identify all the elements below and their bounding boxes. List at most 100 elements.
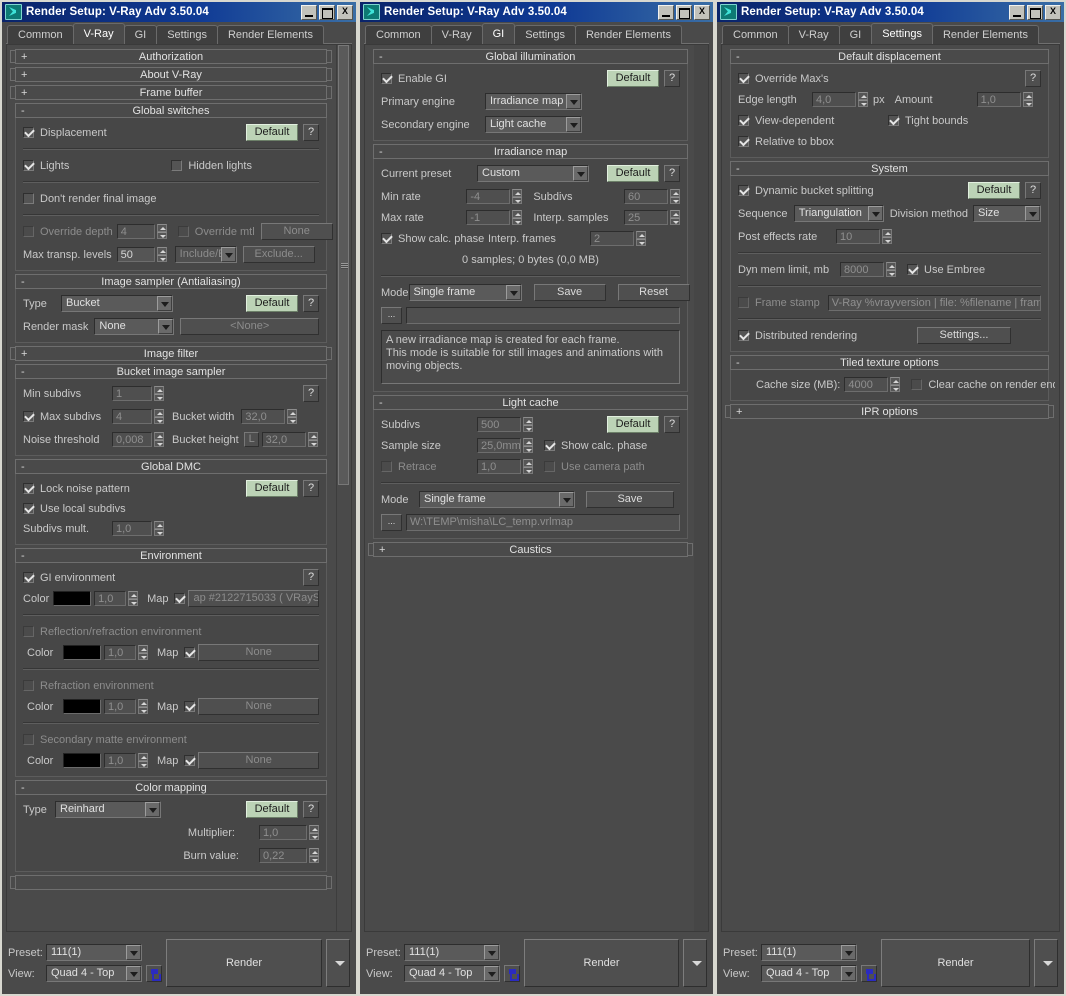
override-mtl-button[interactable]: None — [260, 223, 333, 240]
render-mask-combo[interactable]: None — [94, 318, 175, 335]
view-combo[interactable]: Quad 4 - Top — [46, 965, 142, 982]
rollout-header-partial[interactable] — [10, 875, 332, 890]
irradiance-browse-button[interactable]: ... — [381, 307, 402, 324]
chevron-down-icon[interactable] — [1025, 206, 1040, 221]
edge-length-spinner[interactable] — [858, 92, 868, 107]
irradiance-save-button[interactable]: Save — [533, 284, 606, 301]
chevron-down-icon[interactable] — [573, 166, 588, 181]
burn-value-field[interactable]: 0,22 — [259, 848, 307, 863]
lc-mode-combo[interactable]: Single frame — [419, 491, 575, 508]
maximize-button[interactable] — [1027, 4, 1043, 20]
subdivs-spinner[interactable] — [670, 189, 680, 204]
interp-frames-spinner[interactable] — [636, 231, 646, 246]
include-exclude-combo[interactable]: Include/Exclude — [174, 246, 237, 263]
rollout-header-image-filter[interactable]: + Image filter — [10, 346, 332, 361]
rollout-header-irradiance-map[interactable]: - Irradiance map — [373, 144, 688, 159]
lock-icon[interactable] — [861, 965, 877, 982]
min-rate-field[interactable]: -4 — [466, 189, 511, 204]
chevron-down-icon[interactable] — [505, 285, 521, 300]
bucket-height-spinner[interactable] — [307, 432, 318, 447]
tab-common[interactable]: Common — [365, 25, 432, 44]
default-button[interactable]: Default — [607, 416, 659, 433]
title-bar[interactable]: Render Setup: V-Ray Adv 3.50.04 X — [360, 2, 713, 22]
close-button[interactable]: X — [337, 4, 353, 20]
preset-combo[interactable]: 111(1) — [404, 944, 500, 961]
frame-stamp-checkbox[interactable] — [738, 297, 749, 308]
exclude-button[interactable]: Exclude... — [242, 246, 315, 263]
view-combo[interactable]: Quad 4 - Top — [761, 965, 857, 982]
help-button[interactable]: ? — [303, 295, 319, 312]
burn-value-spinner[interactable] — [309, 848, 319, 863]
bucket-width-spinner[interactable] — [287, 409, 298, 424]
tab-gi[interactable]: GI — [481, 23, 516, 44]
hidden-lights-checkbox[interactable] — [171, 160, 183, 171]
reflection-color-swatch[interactable] — [63, 645, 101, 660]
current-preset-combo[interactable]: Custom — [477, 165, 589, 182]
max-transp-field[interactable]: 50 — [116, 247, 155, 262]
chevron-down-icon[interactable] — [841, 966, 856, 981]
gi-multiplier-field[interactable]: 1,0 — [94, 591, 127, 606]
help-button[interactable]: ? — [303, 480, 319, 497]
help-button[interactable]: ? — [664, 165, 680, 182]
dr-settings-button[interactable]: Settings... — [917, 327, 1011, 344]
chevron-down-icon[interactable] — [484, 966, 499, 981]
irradiance-reset-button[interactable]: Reset — [617, 284, 690, 301]
gi-environment-checkbox[interactable] — [23, 572, 34, 583]
rollout-header-global-illumination[interactable]: - Global illumination — [373, 49, 688, 64]
bucket-lock-button[interactable]: L — [243, 432, 259, 447]
matte-multiplier-field[interactable]: 1,0 — [104, 753, 136, 768]
max-rate-field[interactable]: -1 — [466, 210, 511, 225]
refraction-color-swatch[interactable] — [63, 699, 101, 714]
chevron-down-icon[interactable] — [220, 247, 236, 262]
preset-combo[interactable]: 111(1) — [46, 944, 142, 961]
rollout-header-global-dmc[interactable]: - Global DMC — [15, 459, 327, 474]
tab-render-elements[interactable]: Render Elements — [216, 25, 324, 44]
use-embree-checkbox[interactable] — [907, 264, 918, 275]
max-transp-spinner[interactable] — [156, 247, 167, 262]
tab-gi[interactable]: GI — [123, 25, 158, 44]
chevron-down-icon[interactable] — [484, 945, 499, 960]
refraction-environment-checkbox[interactable] — [23, 680, 34, 691]
matte-map-button[interactable]: None — [198, 752, 319, 769]
render-dropdown-button[interactable] — [326, 939, 350, 987]
lc-show-calc-checkbox[interactable] — [544, 440, 555, 451]
chevron-down-icon[interactable] — [126, 945, 141, 960]
reflection-environment-checkbox[interactable] — [23, 626, 34, 637]
lc-sample-size-spinner[interactable] — [523, 438, 533, 453]
chevron-down-icon[interactable] — [841, 945, 856, 960]
cache-size-field[interactable]: 4000 — [844, 377, 889, 392]
help-button[interactable]: ? — [664, 416, 680, 433]
post-effects-spinner[interactable] — [882, 229, 892, 244]
max-subdivs-spinner[interactable] — [154, 409, 164, 424]
maximize-button[interactable] — [676, 4, 692, 20]
title-bar[interactable]: Render Setup: V-Ray Adv 3.50.04 X — [2, 2, 356, 22]
tab-vray[interactable]: V-Ray — [787, 25, 840, 44]
lc-file-field[interactable]: W:\TEMP\misha\LC_temp.vrlmap — [406, 514, 680, 531]
lc-retrace-spinner[interactable] — [523, 459, 533, 474]
subdivs-mult-spinner[interactable] — [154, 521, 164, 536]
lock-noise-checkbox[interactable] — [23, 483, 34, 494]
lock-icon[interactable] — [504, 965, 520, 982]
reflection-map-checkbox[interactable] — [184, 647, 196, 658]
max-subdivs-checkbox[interactable] — [23, 411, 34, 422]
render-mask-target-button[interactable]: <None> — [180, 318, 319, 335]
chevron-down-icon[interactable] — [559, 492, 574, 507]
matte-color-swatch[interactable] — [63, 753, 101, 768]
render-button[interactable]: Render — [881, 939, 1030, 987]
refraction-map-button[interactable]: None — [198, 698, 319, 715]
interp-samples-spinner[interactable] — [670, 210, 680, 225]
tight-bounds-checkbox[interactable] — [888, 115, 899, 126]
help-button[interactable]: ? — [303, 385, 319, 402]
dont-render-checkbox[interactable] — [23, 193, 34, 204]
rollout-header-about-vray[interactable]: + About V-Ray — [10, 67, 332, 82]
multiplier-spinner[interactable] — [309, 825, 319, 840]
post-effects-field[interactable]: 10 — [836, 229, 880, 244]
subdivs-field[interactable]: 60 — [624, 189, 668, 204]
tab-settings[interactable]: Settings — [514, 25, 576, 44]
default-button[interactable]: Default — [246, 124, 298, 141]
override-depth-checkbox[interactable] — [23, 226, 34, 237]
lc-retrace-checkbox[interactable] — [381, 461, 392, 472]
reflection-multiplier-spinner[interactable] — [138, 645, 148, 660]
matte-multiplier-spinner[interactable] — [138, 753, 148, 768]
lc-subdivs-field[interactable]: 500 — [477, 417, 521, 432]
